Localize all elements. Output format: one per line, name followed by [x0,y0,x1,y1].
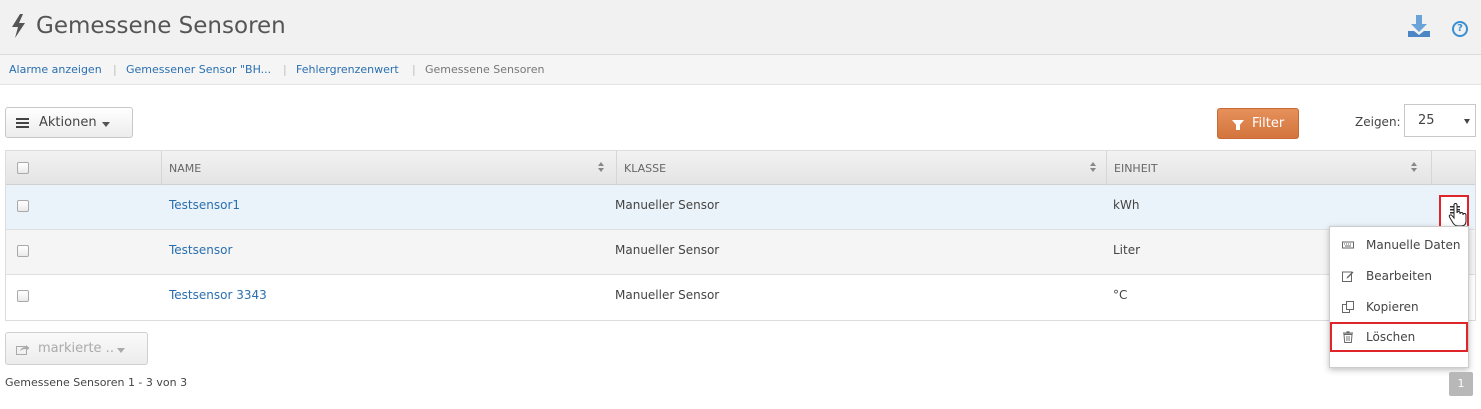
trash-icon [1343,331,1353,343]
edit-icon [1342,271,1354,282]
sensor-name-link[interactable]: Testsensor [169,243,232,257]
filter-button[interactable]: Filter [1217,108,1299,139]
row-checkbox[interactable] [17,290,29,302]
sensor-einheit: Liter [1113,243,1141,257]
chevron-down-icon [102,122,110,127]
table-row[interactable]: Testsensor Manueller Sensor Liter [6,230,1475,275]
aktionen-button[interactable]: Aktionen [5,107,133,138]
page-size-label: Zeigen: [1355,115,1401,129]
row-checkbox[interactable] [17,200,29,212]
breadcrumb-separator: | [412,63,416,76]
select-all-checkbox[interactable] [17,162,29,174]
page-header: Gemessene Sensoren ? [0,0,1481,55]
copy-icon [1342,301,1354,313]
chevron-down-icon [117,348,125,353]
column-header-name[interactable]: NAME [161,151,616,185]
column-header-einheit[interactable]: EINHEIT [1106,151,1431,185]
page-1-button[interactable]: 1 [1449,372,1473,396]
sensor-table: NAME KLASSE EINHEIT Testsensor1 Manuelle… [5,150,1476,321]
markierte-label: markierte .. [38,341,114,356]
table-row[interactable]: Testsensor 3343 Manueller Sensor °C [6,275,1475,320]
breadcrumb-fehlergrenzenwert[interactable]: Fehlergrenzenwert [296,63,399,76]
breadcrumb-current: Gemessene Sensoren [425,63,545,76]
pagination-summary: Gemessene Sensoren 1 - 3 von 3 [5,376,188,389]
sensor-klasse: Manueller Sensor [615,198,720,212]
breadcrumb-alarme-anzeigen[interactable]: Alarme anzeigen [9,63,102,76]
hand-cursor-icon [1448,203,1467,227]
sensor-klasse: Manueller Sensor [615,243,720,257]
breadcrumb: Alarme anzeigen | Gemessener Sensor "BH.… [0,55,1481,85]
table-row[interactable]: Testsensor1 Manueller Sensor kWh [6,185,1475,230]
row-actions-dropdown: Manuelle Daten Bearbeiten Kopieren Lösch… [1329,226,1469,368]
bolt-icon [12,14,25,38]
share-icon [16,345,30,355]
markierte-button[interactable]: markierte .. [5,332,148,365]
page-size-value: 25 [1418,113,1435,128]
row-menu-button[interactable] [1439,195,1469,230]
menu-item-loschen[interactable]: Löschen [1330,322,1468,352]
sensor-name-link[interactable]: Testsensor1 [169,198,240,212]
page-size-select[interactable]: 25 [1404,104,1476,137]
menu-item-manuelle-daten[interactable]: Manuelle Daten [1330,230,1468,260]
download-icon[interactable] [1406,13,1432,39]
menu-icon [16,118,29,128]
table-header: NAME KLASSE EINHEIT [6,151,1475,185]
column-header-klasse[interactable]: KLASSE [616,151,1106,185]
sensor-klasse: Manueller Sensor [615,288,720,302]
aktionen-label: Aktionen [39,115,97,130]
menu-item-bearbeiten[interactable]: Bearbeiten [1330,261,1468,291]
help-icon[interactable]: ? [1452,21,1468,37]
sort-icon [1090,162,1096,172]
breadcrumb-separator: | [283,63,287,76]
row-checkbox[interactable] [17,245,29,257]
page-title: Gemessene Sensoren [36,13,286,39]
chevron-down-icon [1464,119,1470,124]
menu-item-kopieren[interactable]: Kopieren [1330,292,1468,322]
keyboard-icon [1342,241,1354,249]
sensor-einheit: °C [1113,288,1128,302]
sort-icon [598,162,604,172]
filter-label: Filter [1252,116,1285,131]
sensor-einheit: kWh [1113,198,1140,212]
breadcrumb-separator: | [113,63,117,76]
sort-icon [1411,162,1417,172]
breadcrumb-gemessener-sensor[interactable]: Gemessener Sensor "BH... [126,63,271,76]
sensor-name-link[interactable]: Testsensor 3343 [169,288,267,302]
